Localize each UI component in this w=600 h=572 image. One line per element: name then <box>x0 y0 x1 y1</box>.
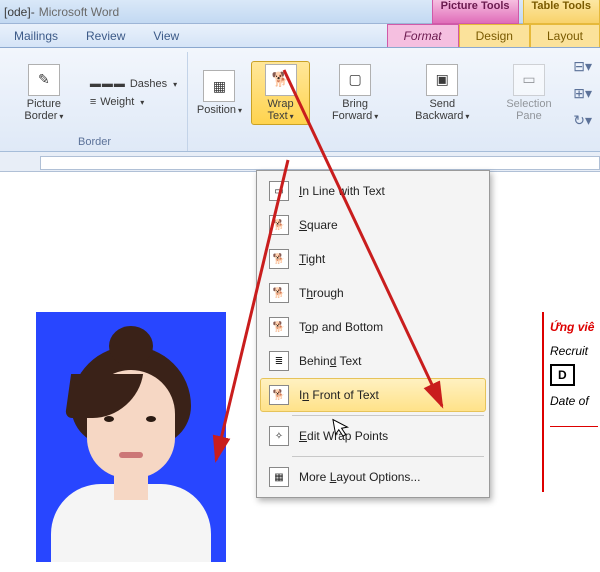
table-tools-header: Table Tools <box>523 0 600 24</box>
menu-inline[interactable]: ▭ In Line with Text <box>260 174 486 208</box>
selection-pane-icon: ▭ <box>513 64 545 96</box>
through-icon: 🐕 <box>269 283 289 303</box>
menu-square[interactable]: 🐕 Square <box>260 208 486 242</box>
menu-tight[interactable]: 🐕 Tight <box>260 242 486 276</box>
group-label-border: Border <box>78 134 111 151</box>
menu-in-front-of-text[interactable]: 🐕 In Front of Text <box>260 378 486 412</box>
topbottom-icon: 🐕 <box>269 317 289 337</box>
position-button[interactable]: ▦ Position <box>194 67 245 119</box>
square-icon: 🐕 <box>269 215 289 235</box>
pencil-icon: ✎ <box>28 64 60 96</box>
inserted-photo[interactable] <box>36 312 226 562</box>
dashes-button[interactable]: ▬▬▬ Dashes <box>86 76 181 92</box>
rotate-icon[interactable]: ↻▾ <box>573 112 592 129</box>
document-name: [ode] <box>4 5 31 19</box>
tab-format[interactable]: Format <box>387 24 459 47</box>
selection-pane-button[interactable]: ▭ Selection Pane <box>491 61 568 125</box>
menu-behind-text[interactable]: ≣ Behind Text <box>260 344 486 378</box>
picture-tools-header: Picture Tools <box>432 0 519 24</box>
menu-edit-wrap-points[interactable]: ✧ Edit Wrap Points <box>260 419 486 453</box>
behind-icon: ≣ <box>269 351 289 371</box>
document-text-box: Ứng viê Recruit D Date of <box>542 312 600 492</box>
menu-through[interactable]: 🐕 Through <box>260 276 486 310</box>
wrap-text-button[interactable]: 🐕 Wrap Text <box>251 61 311 125</box>
send-backward-icon: ▣ <box>426 64 458 96</box>
ribbon-group-arrange: ▦ Position 🐕 Wrap Text ▢ Bring Forward ▣… <box>188 52 598 151</box>
tab-review[interactable]: Review <box>72 25 139 47</box>
send-backward-button[interactable]: ▣ Send Backward <box>400 61 485 125</box>
menu-separator <box>292 415 484 416</box>
tab-view[interactable]: View <box>139 25 193 47</box>
app-name: Microsoft Word <box>39 5 119 19</box>
inline-icon: ▭ <box>269 181 289 201</box>
position-icon: ▦ <box>203 70 235 102</box>
menu-more-layout-options[interactable]: ▦ More Layout Options... <box>260 460 486 494</box>
horizontal-ruler[interactable] <box>0 152 600 172</box>
bring-forward-icon: ▢ <box>339 64 371 96</box>
ribbon: ✎ Picture Border ▬▬▬ Dashes ≡ Weight Bor… <box>0 48 600 152</box>
tab-design[interactable]: Design <box>459 24 530 47</box>
doc-heading: Ứng viê <box>550 320 598 334</box>
ribbon-tabs: Mailings Review View Format Design Layou… <box>0 24 600 48</box>
menu-top-bottom[interactable]: 🐕 Top and Bottom <box>260 310 486 344</box>
group-icon[interactable]: ⊞▾ <box>573 85 592 102</box>
edit-points-icon: ✧ <box>269 426 289 446</box>
wrap-text-menu: ▭ In Line with Text 🐕 Square 🐕 Tight 🐕 T… <box>256 170 490 498</box>
menu-separator <box>292 456 484 457</box>
tab-mailings[interactable]: Mailings <box>0 25 72 47</box>
front-icon: 🐕 <box>269 385 289 405</box>
weight-button[interactable]: ≡ Weight <box>86 94 181 110</box>
bring-forward-button[interactable]: ▢ Bring Forward <box>316 61 394 125</box>
contextual-tab-headers: Picture Tools Table Tools <box>432 0 600 24</box>
align-icon[interactable]: ⊟▾ <box>573 58 592 75</box>
layout-icon: ▦ <box>269 467 289 487</box>
tab-layout[interactable]: Layout <box>530 24 600 47</box>
tight-icon: 🐕 <box>269 249 289 269</box>
wrap-text-icon: 🐕 <box>265 64 297 96</box>
picture-border-button[interactable]: ✎ Picture Border <box>8 61 80 125</box>
ribbon-group-border: ✎ Picture Border ▬▬▬ Dashes ≡ Weight Bor… <box>2 52 188 151</box>
